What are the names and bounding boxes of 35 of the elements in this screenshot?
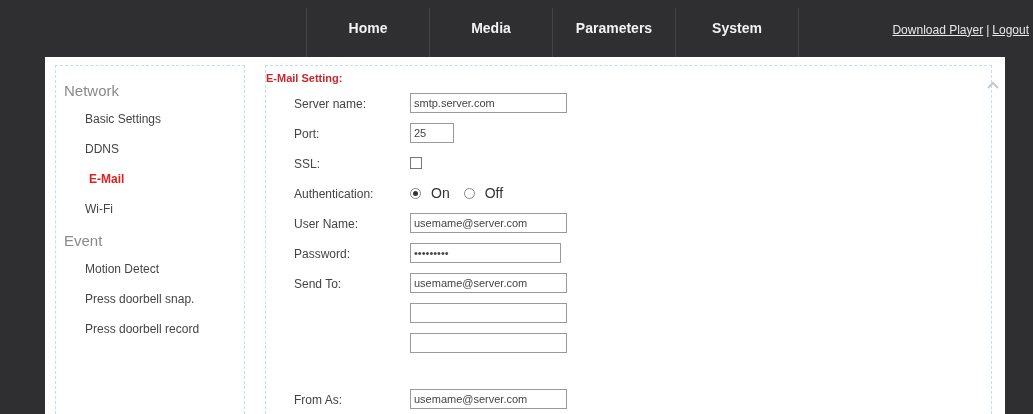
field-label: Send To: (294, 277, 342, 291)
radio-label: On (431, 183, 450, 203)
input-field[interactable]: ••••••••• (410, 243, 561, 263)
radio-button[interactable] (410, 187, 421, 199)
sidebar-item[interactable]: Wi-Fi (85, 200, 113, 230)
field-label: From As: (294, 393, 342, 407)
sidebar-item[interactable]: Press doorbell record (85, 320, 200, 350)
sidebar-item[interactable]: E-Mail (89, 170, 125, 200)
link-separator: | (986, 21, 990, 39)
field-label: Authentication: (294, 187, 374, 201)
input-field[interactable] (410, 333, 567, 353)
scroll-up-icon[interactable] (987, 81, 999, 89)
sidebar-heading: Event (64, 231, 104, 251)
field-label: User Name: (294, 217, 358, 231)
field-label: Server name: (294, 97, 367, 111)
input-field[interactable] (410, 303, 567, 323)
field-label: Port: (294, 127, 320, 141)
radio-label: Off (484, 183, 504, 203)
input-field[interactable]: smtp.server.com (410, 93, 567, 113)
input-field[interactable]: usemame@server.com (410, 389, 567, 409)
input-field[interactable]: 25 (410, 123, 454, 143)
section-title: E-Mail Setting: (266, 71, 344, 86)
logout-link[interactable]: Logout (992, 20, 1029, 39)
radio-button[interactable] (463, 187, 475, 199)
field-label: Password: (294, 247, 351, 261)
download-player-link[interactable]: Download Player (892, 20, 984, 39)
sidebar-heading: Network (64, 81, 120, 101)
sidebar-item[interactable]: DDNS (85, 140, 119, 170)
checkbox[interactable] (410, 157, 422, 169)
input-field[interactable]: usemame@server.com (410, 213, 567, 233)
sidebar-item[interactable]: Press doorbell snap. (85, 290, 195, 320)
sidebar-item[interactable]: Basic Settings (85, 110, 162, 140)
sidebar-item[interactable]: Motion Detect (85, 260, 160, 290)
input-field[interactable]: usemame@server.com (410, 273, 567, 293)
field-label: SSL: (294, 157, 320, 171)
